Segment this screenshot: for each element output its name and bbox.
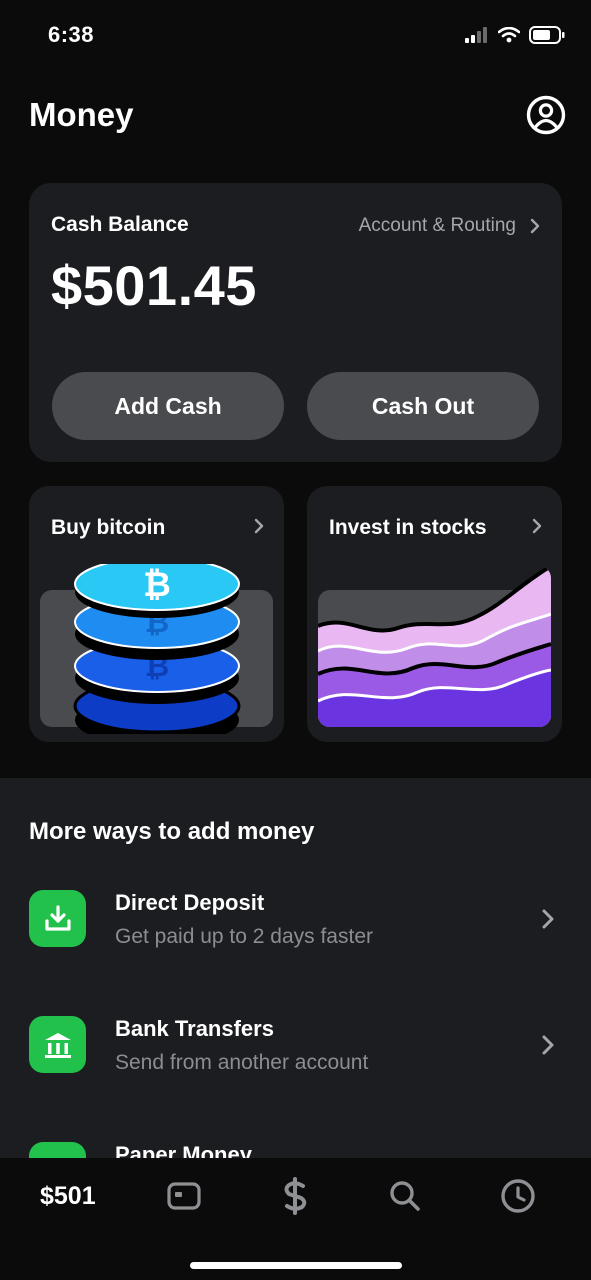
cellular-signal-icon [465, 27, 487, 43]
cash-balance-label: Cash Balance [51, 213, 189, 236]
profile-avatar-icon[interactable] [526, 95, 566, 135]
invest-stocks-card[interactable]: Invest in stocks [307, 486, 562, 742]
list-item-direct-deposit[interactable]: Direct Deposit Get paid up to 2 days fas… [0, 876, 591, 966]
chevron-right-icon [530, 218, 540, 234]
paper-money-icon [29, 1142, 86, 1158]
tab-bar: $501 [0, 1158, 591, 1280]
cash-out-button[interactable]: Cash Out [307, 372, 539, 440]
activity-clock-icon [501, 1179, 535, 1213]
invest-stocks-title: Invest in stocks [329, 516, 487, 539]
bitcoin-coins-illustration: ₿ ₿ ₿ [73, 564, 241, 734]
cash-balance-amount: $501.45 [51, 254, 257, 317]
status-icons [465, 26, 565, 44]
direct-deposit-title: Direct Deposit [115, 890, 265, 915]
add-cash-button[interactable]: Add Cash [52, 372, 284, 440]
tab-activity[interactable] [500, 1176, 536, 1216]
svg-text:₿: ₿ [143, 565, 171, 605]
bank-icon [29, 1016, 86, 1073]
list-item-paper-money[interactable]: Paper Money [0, 1128, 591, 1158]
tab-card[interactable] [165, 1176, 203, 1216]
account-routing-label: Account & Routing [358, 215, 516, 236]
stocks-waves-illustration [318, 566, 551, 727]
tab-balance[interactable]: $501 [40, 1176, 96, 1216]
chevron-right-icon [254, 518, 264, 534]
more-ways-section: More ways to add money Direct Deposit Ge… [0, 778, 591, 1158]
bank-transfers-subtitle: Send from another account [115, 1051, 369, 1074]
tab-dollar[interactable] [280, 1176, 310, 1216]
status-time: 6:38 [48, 22, 95, 47]
chevron-right-icon [532, 518, 542, 534]
tab-search[interactable] [388, 1176, 422, 1216]
account-routing-link[interactable]: Account & Routing [359, 215, 540, 237]
paper-money-title: Paper Money [115, 1142, 252, 1158]
battery-icon [529, 26, 565, 44]
chevron-right-icon [542, 1035, 554, 1055]
chevron-right-icon [542, 909, 554, 929]
download-tray-icon [29, 890, 86, 947]
bank-transfers-title: Bank Transfers [115, 1016, 274, 1041]
more-ways-title: More ways to add money [29, 818, 315, 845]
cash-balance-card: Cash Balance Account & Routing $501.45 A… [29, 183, 562, 462]
card-icon [167, 1182, 201, 1210]
buy-bitcoin-title: Buy bitcoin [51, 516, 166, 539]
dollar-icon [284, 1177, 307, 1215]
page-title: Money [29, 96, 134, 133]
wifi-icon [498, 27, 520, 43]
search-icon [390, 1181, 420, 1211]
home-indicator [190, 1262, 402, 1269]
buy-bitcoin-card[interactable]: Buy bitcoin ₿ ₿ ₿ [29, 486, 284, 742]
direct-deposit-subtitle: Get paid up to 2 days faster [115, 925, 373, 948]
list-item-bank-transfers[interactable]: Bank Transfers Send from another account [0, 1002, 591, 1092]
